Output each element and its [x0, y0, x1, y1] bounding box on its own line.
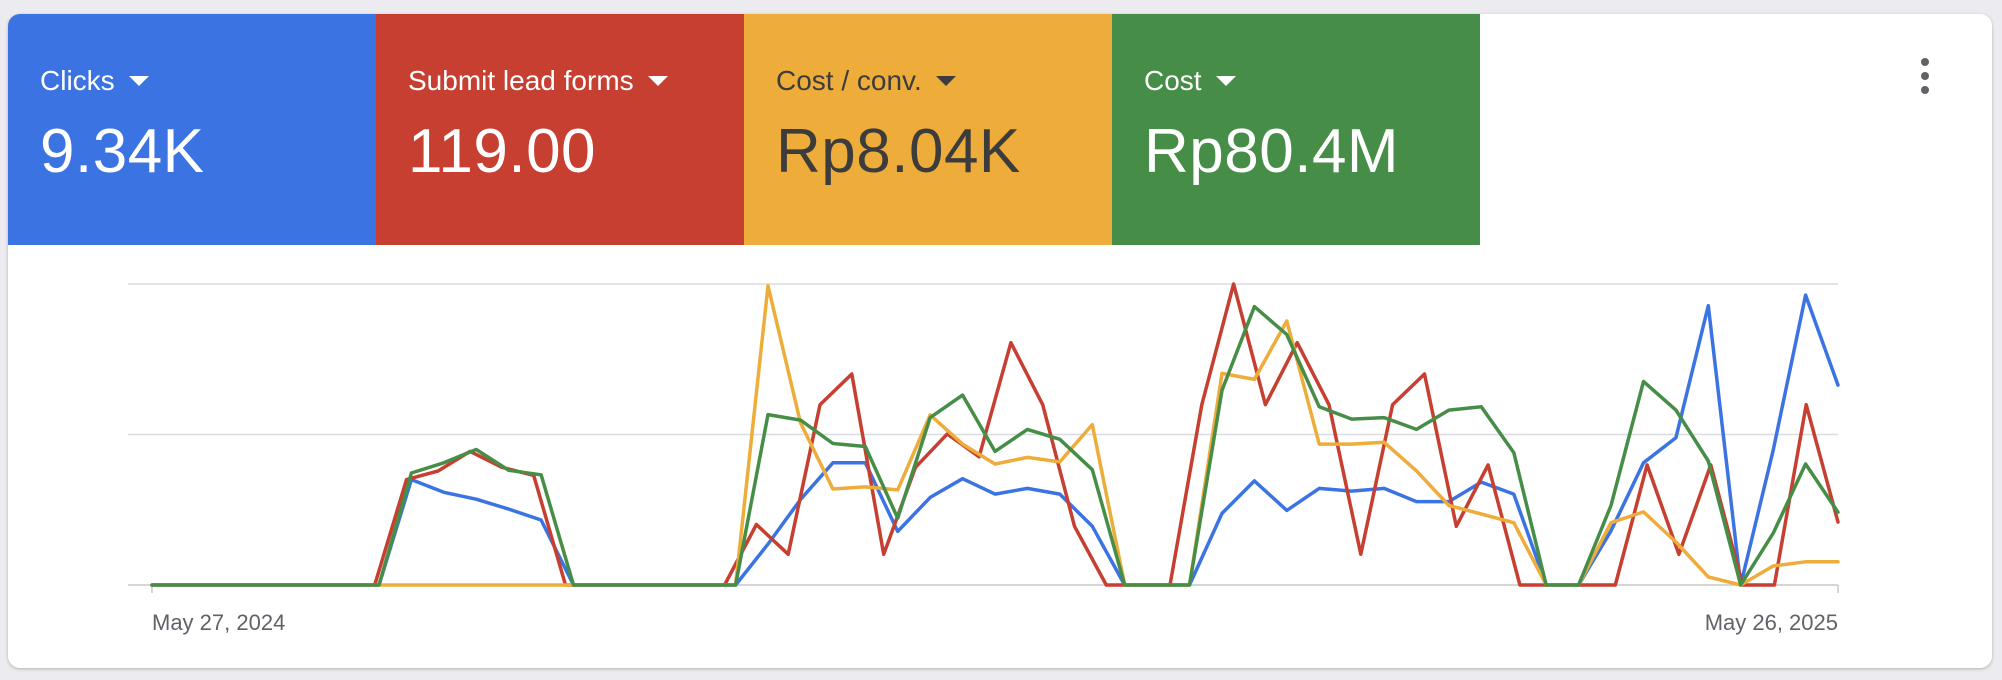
series-line-cost-conv: [150, 284, 1840, 587]
x-tick-label-start: May 27, 2024: [152, 610, 285, 635]
series-line-clicks: [150, 293, 1840, 587]
x-tick-label-end: May 26, 2025: [1705, 610, 1838, 635]
series-line-cost: [150, 304, 1840, 587]
performance-card: Clicks 9.34K Submit lead forms 119.00 Co…: [8, 14, 1992, 668]
line-chart: May 27, 2024 May 26, 2025: [128, 282, 1840, 635]
